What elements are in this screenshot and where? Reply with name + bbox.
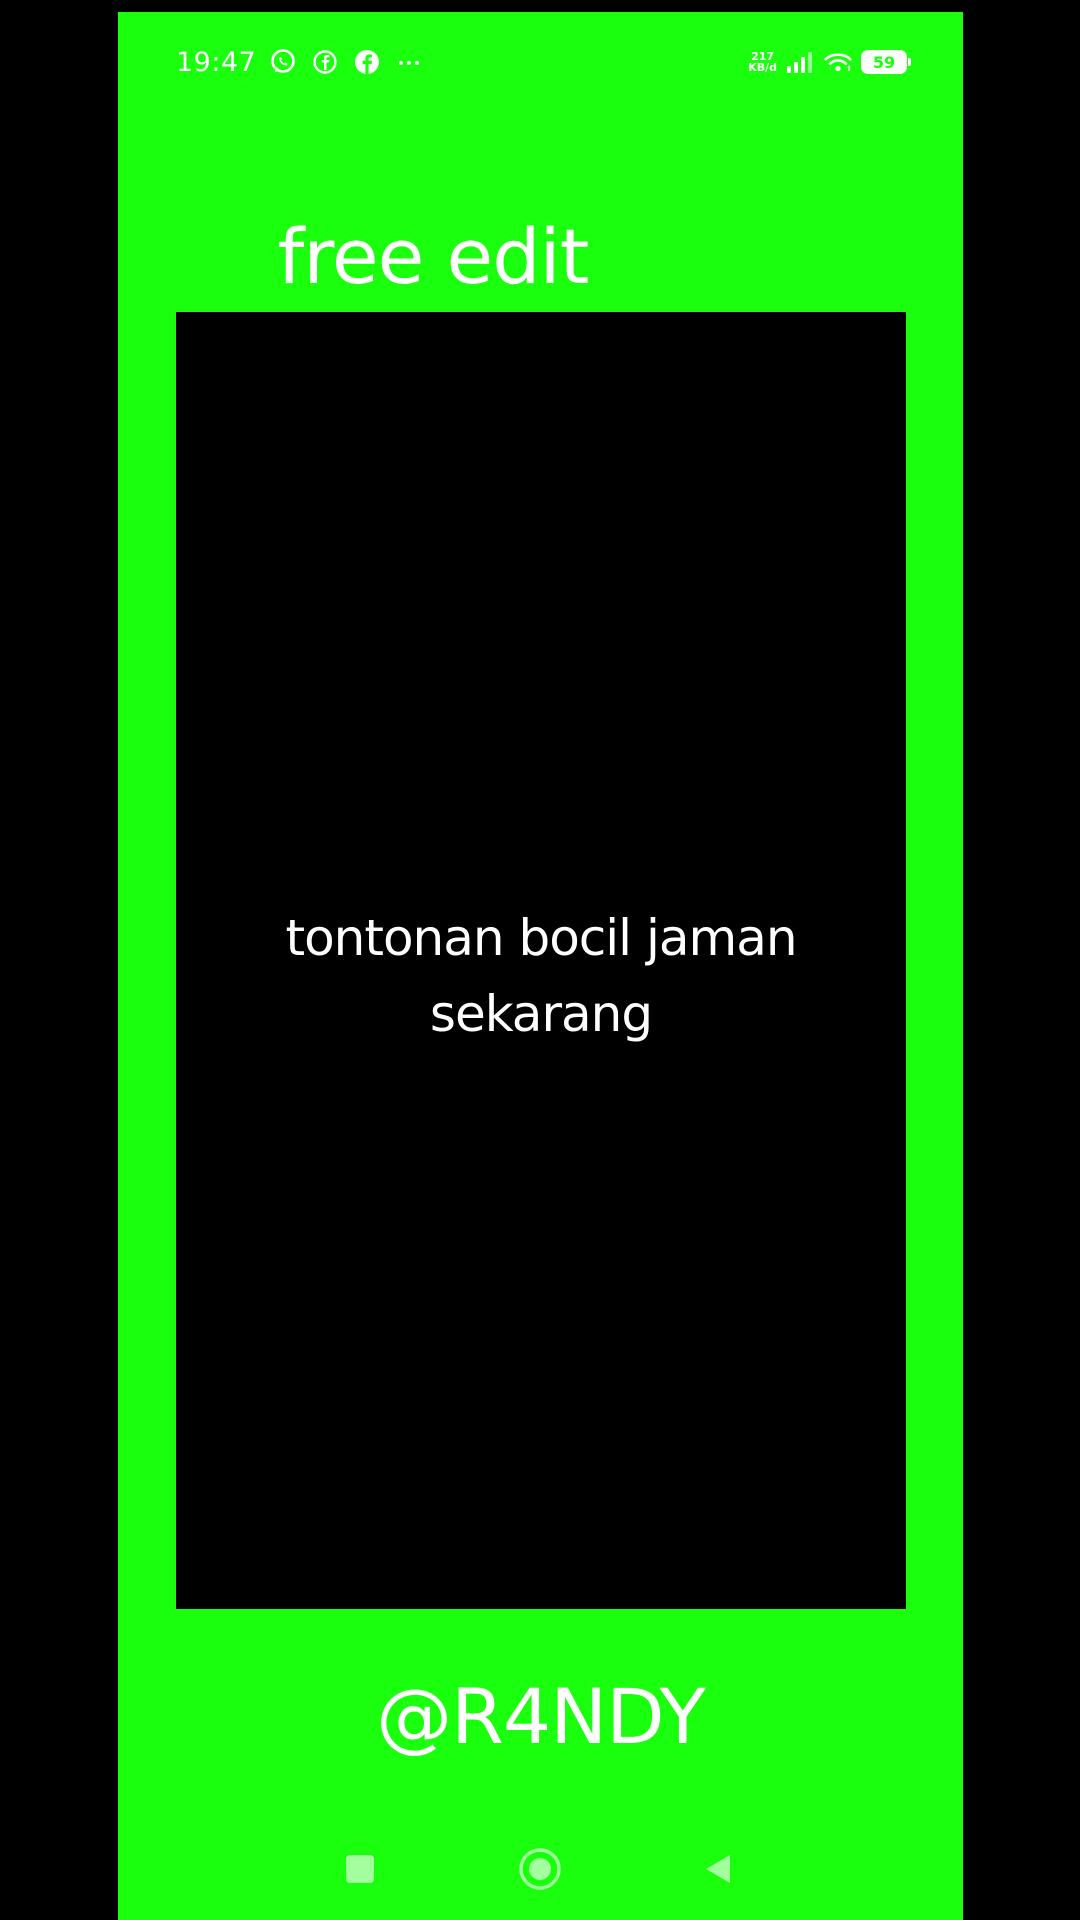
battery-level: 59 xyxy=(872,52,896,72)
cellular-signal-icon xyxy=(785,47,815,77)
battery-tip xyxy=(908,58,911,66)
status-bar-left: 19:47 xyxy=(176,42,424,82)
status-bar: 19:47 217 KB/d 59 xyxy=(118,42,963,82)
network-speed-unit: KB/d xyxy=(748,61,777,74)
back-triangle-icon xyxy=(706,1855,730,1883)
creator-handle: @R4NDY xyxy=(376,1672,706,1761)
page-title: free edit xyxy=(277,212,590,301)
video-caption: tontonan bocil jaman sekarang xyxy=(176,900,906,1052)
home-button[interactable] xyxy=(515,1844,565,1894)
more-notifications-icon xyxy=(394,47,424,77)
battery-indicator: 59 xyxy=(861,50,911,74)
phone-screen: 19:47 217 KB/d 59 free edit tontonan boc… xyxy=(118,12,963,1920)
whatsapp-icon xyxy=(268,47,298,77)
status-time: 19:47 xyxy=(176,46,257,78)
video-caption-line-1: tontonan bocil jaman xyxy=(285,909,797,967)
square-icon xyxy=(346,1855,374,1883)
home-circle-icon xyxy=(519,1848,561,1890)
facebook-icon xyxy=(352,47,382,77)
wifi-icon xyxy=(823,47,853,77)
video-caption-line-2: sekarang xyxy=(429,985,653,1043)
status-bar-right: 217 KB/d 59 xyxy=(748,42,911,82)
video-area[interactable]: tontonan bocil jaman sekarang xyxy=(176,312,906,1609)
recents-button[interactable] xyxy=(335,1844,385,1894)
network-speed: 217 KB/d xyxy=(748,51,777,73)
back-button[interactable] xyxy=(693,1844,743,1894)
navigation-bar xyxy=(118,1844,963,1894)
facebook-lite-icon xyxy=(310,47,340,77)
